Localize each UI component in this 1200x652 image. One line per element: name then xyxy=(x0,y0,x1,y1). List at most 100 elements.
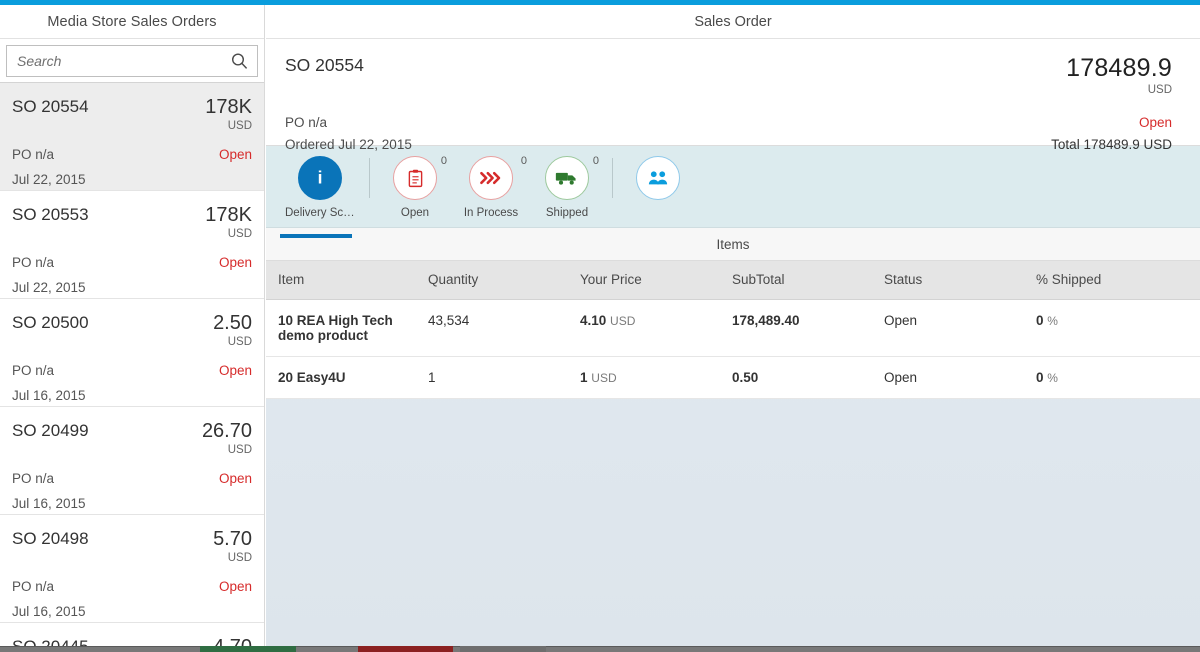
taskbar-item-red[interactable] xyxy=(358,646,453,652)
list-item-date: Jul 22, 2015 xyxy=(12,172,86,187)
cell-your-price: 1 USD xyxy=(580,356,732,399)
chevrons-right-icon[interactable] xyxy=(469,156,513,200)
cell-status: Open xyxy=(884,299,1036,357)
tab-contacts[interactable] xyxy=(622,156,694,228)
items-table: Item Quantity Your Price SubTotal Status… xyxy=(266,261,1200,399)
list-item[interactable]: SO 20498 5.70 USD PO n/a Open Jul 16, 2015 xyxy=(0,515,264,623)
list-item-order-id: SO 20498 xyxy=(12,529,89,548)
col-header-your-price[interactable]: Your Price xyxy=(580,261,732,300)
list-item-po: PO n/a xyxy=(12,363,55,378)
cell-item: 20 Easy4U xyxy=(266,356,428,399)
order-ordered-date: Ordered Jul 22, 2015 xyxy=(285,137,412,152)
os-taskbar[interactable] xyxy=(0,646,1200,652)
tab-delivery[interactable]: i Delivery Sch… xyxy=(280,156,360,238)
order-po: PO n/a xyxy=(285,115,328,130)
list-item-po: PO n/a xyxy=(12,255,55,270)
table-row[interactable]: 20 Easy4U 1 1 USD 0.50 Open 0 % xyxy=(266,356,1200,399)
detail-panel: Sales Order SO 20554 178489.9 USD PO n/a… xyxy=(266,5,1200,646)
order-id: SO 20554 xyxy=(285,55,364,75)
cell-status: Open xyxy=(884,356,1036,399)
sidebar-header: Media Store Sales Orders xyxy=(0,5,264,39)
cell-price-currency: USD xyxy=(610,313,636,328)
tab-count-badge: 0 xyxy=(440,155,447,167)
col-header-pct-shipped[interactable]: % Shipped xyxy=(1036,261,1200,300)
icon-tab-bar[interactable]: i Delivery Sch… 0 Open 0 In Process 0 Shipped xyxy=(266,146,1200,238)
tab-separator xyxy=(612,158,613,198)
list-item-date: Jul 16, 2015 xyxy=(12,496,86,511)
list-item[interactable]: SO 20500 2.50 USD PO n/a Open Jul 16, 2015 xyxy=(0,299,264,407)
svg-text:i: i xyxy=(318,168,323,188)
col-header-quantity[interactable]: Quantity xyxy=(428,261,580,300)
cell-your-price: 4.10 USD xyxy=(580,299,732,357)
cell-subtotal: 0.50 xyxy=(732,356,884,399)
order-total: Total 178489.9 USD xyxy=(1051,137,1172,152)
cell-pct-shipped: 0 % xyxy=(1036,299,1200,357)
items-section-title: Items xyxy=(716,236,750,252)
taskbar-item-green[interactable] xyxy=(200,646,296,652)
list-item-amount: 178K xyxy=(205,204,252,226)
list-item-status: Open xyxy=(218,147,252,162)
list-item-status: Open xyxy=(218,579,252,594)
search-input[interactable] xyxy=(7,53,257,69)
search-container xyxy=(0,39,264,82)
list-item-amount: 4.70 xyxy=(213,636,252,646)
order-currency: USD xyxy=(1147,84,1172,96)
col-header-status[interactable]: Status xyxy=(884,261,1036,300)
list-item-status: Open xyxy=(218,363,252,378)
list-item-date: Jul 16, 2015 xyxy=(12,388,86,403)
truck-icon[interactable] xyxy=(545,156,589,200)
list-item[interactable]: SO 204454.70USDPO n/aOpen xyxy=(0,623,264,646)
list-item-currency: USD xyxy=(227,336,252,348)
list-item-currency: USD xyxy=(227,444,252,456)
order-amount: 178489.9 xyxy=(1066,54,1172,82)
cell-quantity: 1 xyxy=(428,356,580,399)
table-header-row: Item Quantity Your Price SubTotal Status… xyxy=(266,261,1200,300)
cell-pct-symbol: % xyxy=(1047,313,1058,328)
list-item-order-id: SO 20445 xyxy=(12,636,89,646)
col-header-subtotal[interactable]: SubTotal xyxy=(732,261,884,300)
tab-label: Shipped xyxy=(545,207,589,219)
col-header-item[interactable]: Item xyxy=(266,261,428,300)
cell-quantity: 43,534 xyxy=(428,299,580,357)
tab-count-badge: 0 xyxy=(520,155,527,167)
tab-separator xyxy=(369,158,370,198)
app-window: Media Store Sales Orders SO 20554 178K USD… xyxy=(0,0,1200,652)
list-item-amount: 5.70 xyxy=(213,528,252,550)
cell-pct-shipped: 0 % xyxy=(1036,356,1200,399)
list-item-po: PO n/a xyxy=(12,579,55,594)
list-item-status: Open xyxy=(218,471,252,486)
list-item-amount: 178K xyxy=(205,96,252,118)
list-item-date: Jul 16, 2015 xyxy=(12,604,86,619)
sales-order-list[interactable]: SO 20554 178K USD PO n/a Open Jul 22, 2015 SO … xyxy=(0,82,264,646)
tab-selected-indicator xyxy=(280,234,352,238)
taskbar-item-grey[interactable] xyxy=(460,646,546,652)
list-item[interactable]: SO 20499 26.70 USD PO n/a Open Jul 16, 2015 xyxy=(0,407,264,515)
items-table-head: Item Quantity Your Price SubTotal Status… xyxy=(266,261,1200,300)
tab-count-badge: 0 xyxy=(592,155,599,167)
tab-shipped[interactable]: 0 Shipped xyxy=(531,155,603,228)
list-item-po: PO n/a xyxy=(12,147,55,162)
cell-pct-symbol: % xyxy=(1047,370,1058,385)
list-item-currency: USD xyxy=(227,228,252,240)
search-box[interactable] xyxy=(6,45,258,77)
tab-in_process[interactable]: 0 In Process xyxy=(451,155,531,228)
info-icon[interactable]: i xyxy=(298,156,342,200)
cell-price-value: 4.10 xyxy=(580,312,607,328)
tab-open[interactable]: 0 Open xyxy=(379,155,451,228)
list-item[interactable]: SO 20554 178K USD PO n/a Open Jul 22, 2015 xyxy=(0,83,264,191)
items-table-body: 10 REA High Tech demo product 43,534 4.10 … xyxy=(266,299,1200,399)
items-section-header: Items xyxy=(266,228,1200,261)
detail-title: Sales Order xyxy=(694,13,772,30)
clipboard-icon[interactable] xyxy=(393,156,437,200)
table-row[interactable]: 10 REA High Tech demo product 43,534 4.10 … xyxy=(266,299,1200,357)
list-item-order-id: SO 20553 xyxy=(12,205,89,224)
cell-subtotal: 178,489.40 xyxy=(732,299,884,357)
sidebar-title: Media Store Sales Orders xyxy=(47,13,217,30)
list-item-po: PO n/a xyxy=(12,471,55,486)
list-item-order-id: SO 20500 xyxy=(12,313,89,332)
search-icon[interactable] xyxy=(231,53,248,70)
order-header: SO 20554 178489.9 USD PO n/a Open Ordere… xyxy=(266,39,1200,152)
people-icon[interactable] xyxy=(636,156,680,200)
master-list-panel: Media Store Sales Orders SO 20554 178K USD… xyxy=(0,5,265,646)
list-item[interactable]: SO 20553 178K USD PO n/a Open Jul 22, 2015 xyxy=(0,191,264,299)
